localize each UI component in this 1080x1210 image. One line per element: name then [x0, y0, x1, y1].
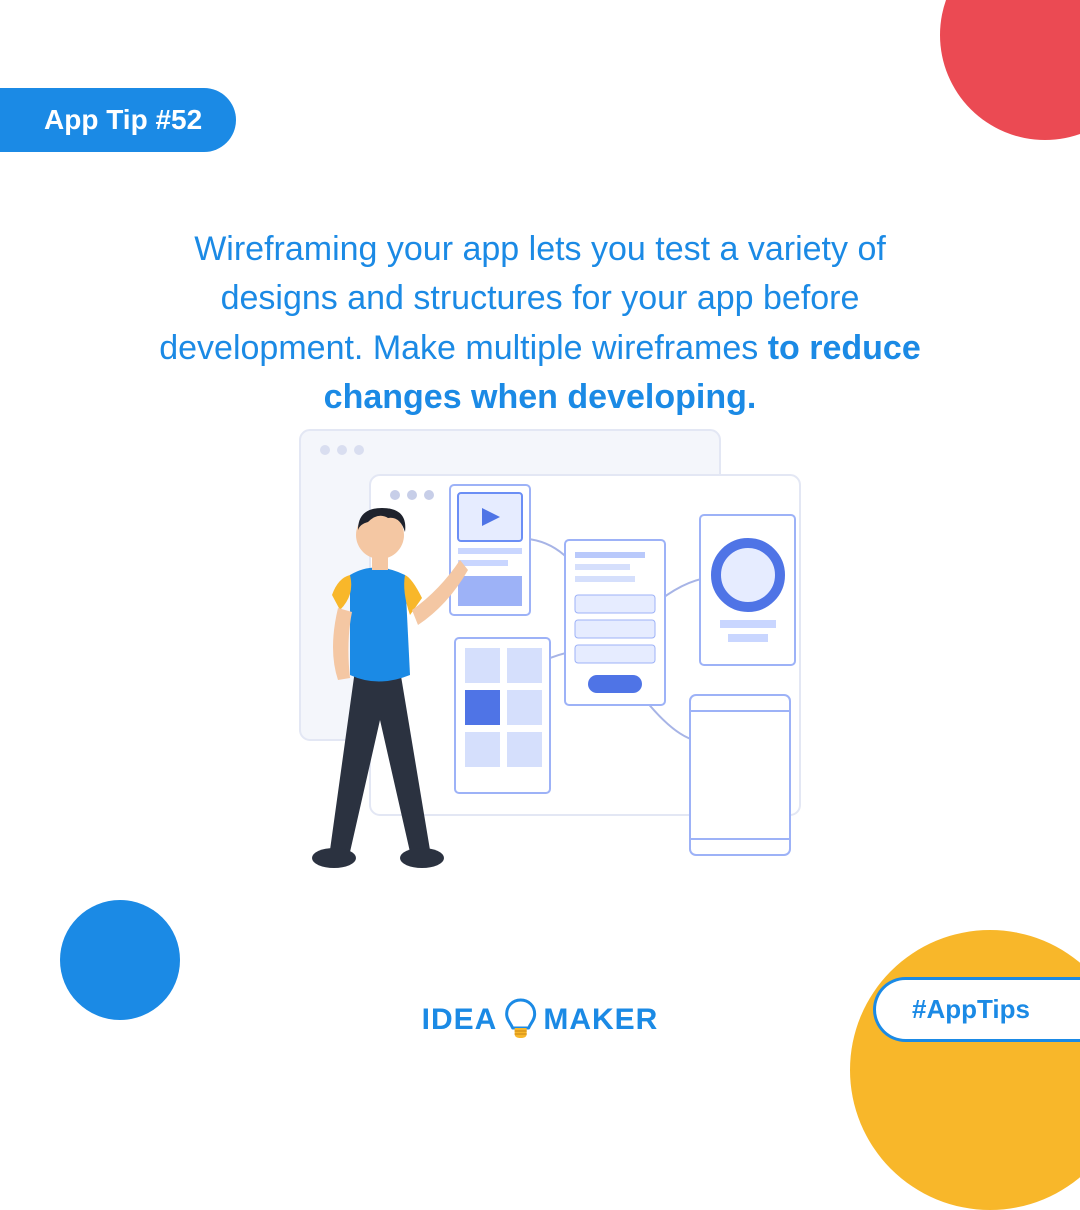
tip-badge: App Tip #52: [0, 88, 236, 152]
hashtag-pill: #AppTips: [873, 977, 1080, 1042]
decor-circle-blue: [60, 900, 180, 1020]
wireframe-illustration: [260, 420, 820, 880]
tip-badge-label: App Tip #52: [44, 104, 202, 135]
tip-text: Wireframing your app lets you test a var…: [140, 225, 940, 422]
decor-circle-red: [940, 0, 1080, 140]
hashtag-label: #AppTips: [912, 994, 1030, 1024]
logo-text-left: IDEA: [422, 1003, 498, 1037]
lightbulb-icon: [503, 998, 537, 1042]
ideamaker-logo: IDEA MAKER: [422, 998, 659, 1042]
decor-circle-yellow: [850, 930, 1080, 1210]
logo-text-right: MAKER: [543, 1003, 658, 1037]
